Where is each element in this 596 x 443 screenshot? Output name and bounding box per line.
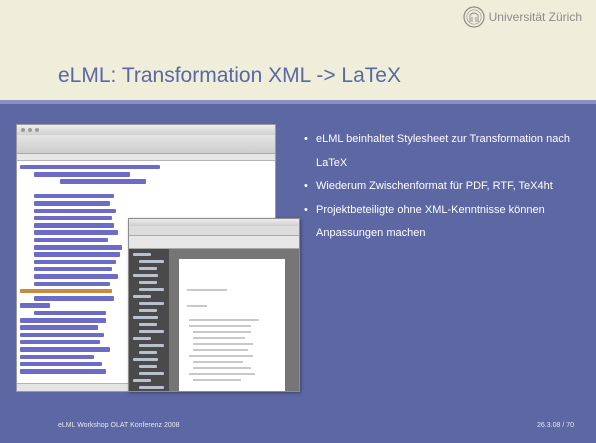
code-line xyxy=(20,303,50,308)
code-line xyxy=(20,347,110,352)
pdf-page xyxy=(179,259,285,391)
university-seal-icon xyxy=(463,6,485,28)
bookmark-item xyxy=(139,309,157,312)
pdf-toolbar xyxy=(129,236,299,249)
university-name: Universität Zürich xyxy=(488,10,582,24)
bullet-item: eLML beinhaltet Stylesheet zur Transform… xyxy=(304,128,574,175)
code-line xyxy=(20,332,104,338)
pdf-tabbar xyxy=(129,226,299,236)
bookmark-item xyxy=(139,267,157,270)
code-line xyxy=(20,339,100,345)
bookmark-item xyxy=(133,358,158,361)
pdf-text-line xyxy=(187,289,227,291)
code-line xyxy=(34,310,106,316)
bookmark-item xyxy=(139,365,157,368)
bookmark-item xyxy=(133,316,158,319)
code-line xyxy=(34,245,122,250)
bookmark-item xyxy=(139,281,157,284)
window-controls xyxy=(21,128,39,132)
pdf-text-line xyxy=(187,305,207,307)
code-line xyxy=(34,172,130,177)
code-line xyxy=(20,164,160,170)
bookmark-item xyxy=(139,260,164,263)
bookmark-item xyxy=(133,253,151,256)
bookmark-item xyxy=(139,351,157,354)
code-line xyxy=(34,296,114,301)
code-line xyxy=(34,252,120,257)
slide-title: eLML: Transformation XML -> LaTeX xyxy=(58,64,401,87)
pdf-titlebar xyxy=(129,219,299,226)
pdf-text-line xyxy=(193,379,241,381)
pdf-text-line xyxy=(193,331,251,333)
code-line xyxy=(34,259,116,265)
pdf-bookmarks-panel xyxy=(129,249,169,391)
code-line xyxy=(34,193,114,199)
header-divider xyxy=(0,100,596,104)
pdf-text-line xyxy=(193,343,253,345)
pdf-document-area xyxy=(169,249,299,391)
pdf-text-line xyxy=(193,337,245,339)
bullet-item: Wiederum Zwischenformat für PDF, RTF, Te… xyxy=(304,175,574,199)
footer-event: eLML Workshop OLAT Konferenz 2008 xyxy=(58,422,180,429)
code-line xyxy=(20,369,106,374)
editor-toolbar xyxy=(17,135,275,154)
screenshot-pdf-window xyxy=(128,218,300,392)
bullet-item: Projektbeteiligte ohne XML-Kenntnisse kö… xyxy=(304,199,574,246)
code-line xyxy=(34,230,118,235)
code-line xyxy=(20,354,94,360)
code-line xyxy=(34,215,112,221)
bookmark-item xyxy=(139,344,164,347)
bookmark-item xyxy=(139,330,164,333)
pdf-text-line xyxy=(193,361,243,363)
code-line xyxy=(34,223,114,228)
code-line xyxy=(34,208,116,214)
bookmark-item xyxy=(139,323,157,326)
code-line xyxy=(34,237,108,243)
pdf-text-line xyxy=(189,355,253,357)
editor-titlebar xyxy=(17,125,275,135)
code-line xyxy=(34,201,110,206)
pdf-text-line xyxy=(189,325,251,327)
slide-header: Universität Zürich eLML: Transformation … xyxy=(0,0,596,100)
bookmark-item xyxy=(133,379,151,382)
footer-page-number: 26.3.08 / 70 xyxy=(537,422,574,429)
bullet-list: eLML beinhaltet Stylesheet zur Transform… xyxy=(304,128,574,246)
code-line xyxy=(34,274,118,279)
bookmark-item xyxy=(133,274,158,277)
code-line xyxy=(34,266,112,272)
code-line xyxy=(34,281,110,287)
pdf-text-line xyxy=(189,319,259,321)
bookmark-item xyxy=(139,288,164,291)
code-line xyxy=(20,325,98,330)
editor-tabbar xyxy=(17,154,275,161)
bookmark-item xyxy=(139,386,164,389)
pdf-text-line xyxy=(193,367,251,369)
code-line xyxy=(20,318,106,323)
bookmark-item xyxy=(139,302,164,305)
bookmark-item xyxy=(133,295,151,298)
pdf-text-line xyxy=(189,373,255,375)
code-line xyxy=(60,179,146,184)
code-line xyxy=(20,361,102,367)
bookmark-item xyxy=(139,372,164,375)
code-line xyxy=(20,288,112,294)
bookmark-item xyxy=(133,337,151,340)
university-logo: Universität Zürich xyxy=(463,6,582,28)
pdf-text-line xyxy=(193,349,248,351)
